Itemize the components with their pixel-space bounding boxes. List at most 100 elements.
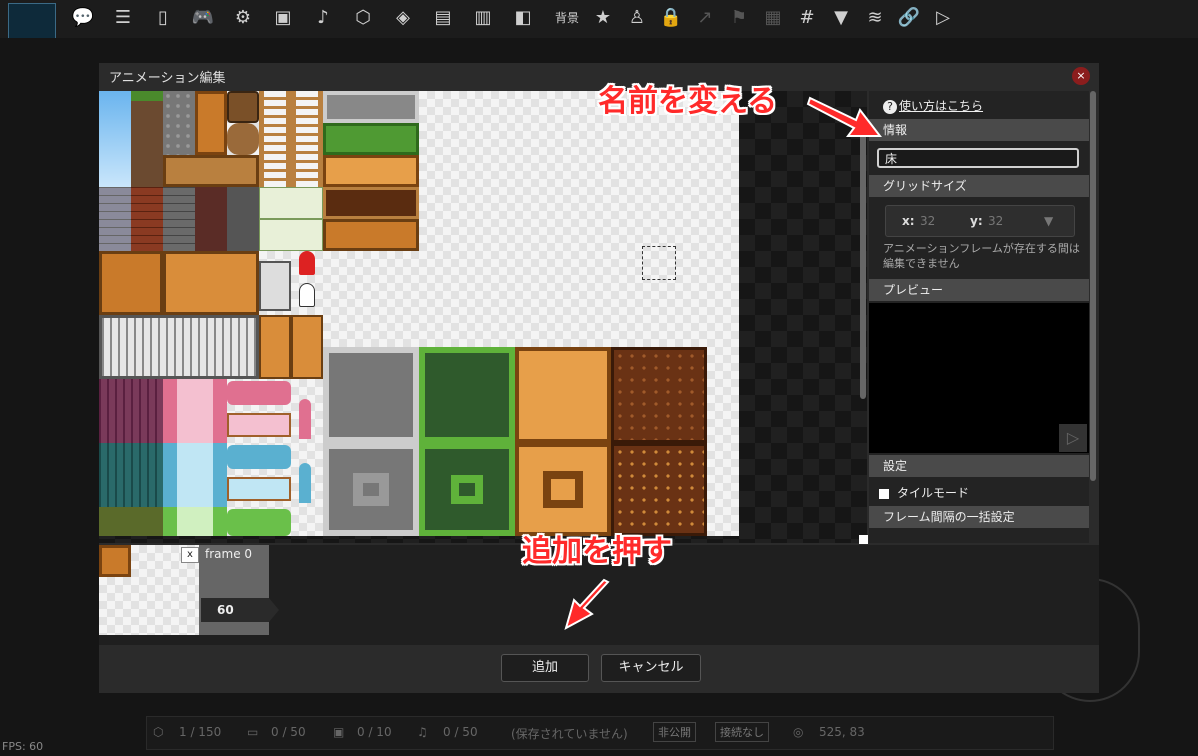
add-button[interactable]: 追加 — [501, 654, 589, 682]
graph-icon[interactable]: ↗ — [690, 3, 720, 33]
wooden-door-tile[interactable] — [99, 251, 163, 315]
chat-bubble-icon[interactable]: 💬 — [68, 3, 98, 33]
door-icon[interactable]: ▯ — [148, 3, 178, 33]
teal-wall-tile[interactable] — [99, 443, 163, 507]
sign-tile[interactable] — [227, 91, 259, 123]
pink-bed-tile[interactable] — [227, 413, 291, 437]
settings-panel: ?使い方はこちら 情報 グリッドサイズ x: 32 y: 32 ▼ アニメーショ… — [869, 91, 1089, 543]
wood-platform-tile[interactable] — [323, 155, 419, 187]
octopus-white-tile[interactable] — [299, 283, 315, 307]
cabinet-tile[interactable] — [163, 251, 259, 315]
green-sofa-tile[interactable] — [227, 509, 291, 536]
frame-duration[interactable]: 60 — [201, 598, 269, 622]
connection-badge[interactable]: 接続なし — [715, 722, 769, 742]
layers-icon[interactable]: ≋ — [860, 3, 890, 33]
pink-lamp-tile[interactable] — [299, 399, 311, 439]
dirt-floor-tile[interactable] — [611, 347, 707, 443]
tileset-scrollbar[interactable] — [860, 119, 866, 399]
remove-frame-button[interactable]: x — [181, 547, 199, 563]
red-brick-tile[interactable] — [131, 187, 163, 251]
play-icon[interactable]: ▷ — [1059, 424, 1087, 452]
layers-stack-icon[interactable]: ☰ — [108, 3, 138, 33]
pink-sofa-tile[interactable] — [227, 381, 291, 405]
green-curtain-tile[interactable] — [163, 507, 227, 536]
sky-tile[interactable] — [99, 91, 131, 187]
dirt-frame-tile[interactable] — [611, 443, 707, 536]
music-note-icon[interactable]: ♪ — [308, 3, 338, 33]
map-icon[interactable]: ▦ — [758, 3, 788, 33]
purple-wall-tile[interactable] — [99, 379, 163, 443]
film-strip-icon[interactable]: ▤ — [428, 3, 458, 33]
blue-sofa-tile[interactable] — [227, 445, 291, 469]
wood-bridge-tile[interactable] — [323, 219, 419, 251]
gear-icon[interactable]: ⚙ — [228, 3, 258, 33]
cube-icon[interactable]: ⬡ — [348, 3, 378, 33]
animation-name-input[interactable] — [877, 148, 1079, 168]
gray-brick-tile[interactable] — [99, 187, 131, 251]
chair-tile[interactable] — [259, 315, 291, 379]
link-icon[interactable]: 🔗 — [894, 3, 924, 33]
tileset-viewer[interactable] — [99, 91, 867, 543]
lock-icon[interactable]: 🔒 — [656, 3, 686, 33]
annotation-rename: 名前を変える — [598, 84, 778, 119]
crate-tile[interactable] — [195, 91, 227, 155]
cancel-button[interactable]: キャンセル — [601, 654, 701, 682]
dark-wood-tile[interactable] — [323, 187, 419, 219]
image-icon[interactable]: ▣ — [268, 3, 298, 33]
computer-tile[interactable] — [259, 261, 291, 311]
preview-section-header: プレビュー — [869, 279, 1089, 301]
wood-frame-tile[interactable] — [515, 443, 611, 536]
olive-wall-tile[interactable] — [99, 507, 163, 536]
chair-tile[interactable] — [291, 315, 323, 379]
dirt-grass-tile[interactable] — [131, 91, 163, 187]
gamepad-icon[interactable]: 🎮 — [188, 3, 218, 33]
save-disk-icon[interactable]: ▥ — [468, 3, 498, 33]
stone-frame-tile[interactable] — [323, 443, 419, 536]
grid-size-selector: x: 32 y: 32 ▼ — [885, 205, 1075, 237]
panel-scrollbar[interactable] — [1090, 91, 1096, 481]
stone-tile[interactable] — [163, 91, 195, 155]
ladder-tile[interactable] — [291, 91, 323, 187]
grid-icon[interactable]: # — [792, 3, 822, 33]
background-button[interactable]: 背景 — [552, 3, 582, 33]
tileset-sheet[interactable] — [99, 91, 739, 536]
grass-frame-tile[interactable] — [419, 443, 515, 536]
checkbox-icon[interactable] — [879, 488, 889, 499]
octopus-red-tile[interactable] — [299, 251, 315, 275]
star-icon[interactable]: ★ — [588, 3, 618, 33]
stone-wall-tile[interactable] — [323, 91, 419, 123]
play-icon[interactable]: ▷ — [928, 3, 958, 33]
barrel-tile[interactable] — [227, 123, 259, 155]
resize-handle[interactable] — [859, 535, 868, 544]
dark-red-brick-tile[interactable] — [195, 187, 227, 251]
person-icon[interactable]: ♙ — [622, 3, 652, 33]
dropdown-triangle-icon[interactable]: ▼ — [826, 3, 856, 33]
close-button[interactable]: × — [1072, 67, 1090, 85]
blue-bed-tile[interactable] — [227, 477, 291, 501]
small-cube-icon[interactable]: ◈ — [388, 3, 418, 33]
settings-section-header: 設定 — [869, 455, 1089, 477]
wood-floor-tile[interactable] — [515, 347, 611, 443]
blue-lamp-tile[interactable] — [299, 463, 311, 503]
plugin-icon[interactable]: ◧ — [508, 3, 538, 33]
label-sign-tile[interactable] — [259, 187, 323, 219]
pink-curtain-tile[interactable] — [163, 379, 227, 443]
tile-mode-checkbox[interactable]: タイルモード — [879, 484, 969, 501]
grass-platform-tile[interactable] — [323, 123, 419, 155]
blue-curtain-tile[interactable] — [163, 443, 227, 507]
grass-floor-tile[interactable] — [419, 347, 515, 443]
grid-y-value: 32 — [988, 214, 1004, 228]
visibility-badge[interactable]: 非公開 — [653, 722, 696, 742]
label-sign-tile[interactable] — [259, 219, 323, 251]
ladder-tile[interactable] — [259, 91, 291, 187]
help-link[interactable]: ? 使い方はこちら — [883, 97, 983, 114]
dark-brick-tile[interactable] — [163, 187, 195, 251]
objects-icon: ⬡ — [153, 725, 164, 739]
stone-floor-tile[interactable] — [323, 347, 419, 443]
flag-icon[interactable]: ⚑ — [724, 3, 754, 33]
wood-block-tile[interactable] — [163, 155, 259, 187]
iron-gate-tile[interactable] — [99, 315, 259, 379]
tile-mode-label: タイルモード — [897, 486, 970, 500]
grid-x-label: x: — [902, 214, 915, 228]
dark-stone-tile[interactable] — [227, 187, 259, 251]
